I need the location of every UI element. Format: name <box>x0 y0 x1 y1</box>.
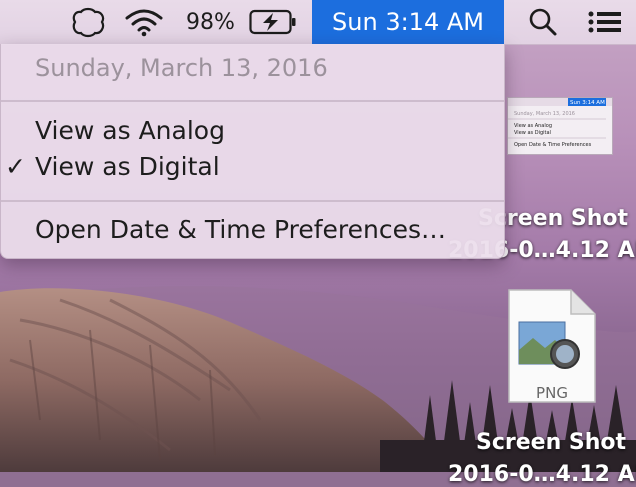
battery-percent[interactable]: 98% <box>186 0 235 44</box>
thumb-date: Sunday, March 13, 2016 <box>514 111 575 117</box>
clock-menu-extra[interactable]: Sun 3:14 AM <box>312 0 504 44</box>
screenshot-thumbnail[interactable]: Sun 3:14 AM Sunday, March 13, 2016 View … <box>507 97 613 155</box>
menu-item-view-digital[interactable]: View as Digital <box>35 152 220 181</box>
png-file-icon[interactable]: PNG <box>507 288 597 404</box>
battery-charging-icon[interactable] <box>249 0 297 44</box>
cloud-icon[interactable] <box>72 0 106 44</box>
menu-separator <box>1 200 504 202</box>
search-icon[interactable] <box>528 0 558 44</box>
menu-separator <box>1 100 504 102</box>
clock-dropdown-menu: Sunday, March 13, 2016 View as Analog ✓ … <box>0 44 505 259</box>
checkmark-icon: ✓ <box>5 152 26 181</box>
thumbnail-preview: Sun 3:14 AM Sunday, March 13, 2016 View … <box>508 98 612 148</box>
file2-name-line1[interactable]: Screen Shot <box>476 430 626 455</box>
wifi-icon[interactable] <box>124 0 164 44</box>
menu-item-view-analog[interactable]: View as Analog <box>35 116 225 145</box>
thumb-item-analog: View as Analog <box>514 123 552 129</box>
menu-date: Sunday, March 13, 2016 <box>35 54 328 82</box>
menu-bar: 98% Sun 3:14 AM <box>0 0 636 45</box>
list-icon[interactable] <box>587 0 623 44</box>
png-badge: PNG <box>536 384 568 402</box>
thumb-item-prefs: Open Date & Time Preferences <box>514 142 592 148</box>
thumb-clock: Sun 3:14 AM <box>570 100 605 106</box>
thumb-item-digital: View as Digital <box>514 130 551 136</box>
file2-name-line2[interactable]: 2016-0…4.12 AM <box>448 462 636 487</box>
menu-item-open-date-time-prefs[interactable]: Open Date & Time Preferences… <box>35 215 446 244</box>
